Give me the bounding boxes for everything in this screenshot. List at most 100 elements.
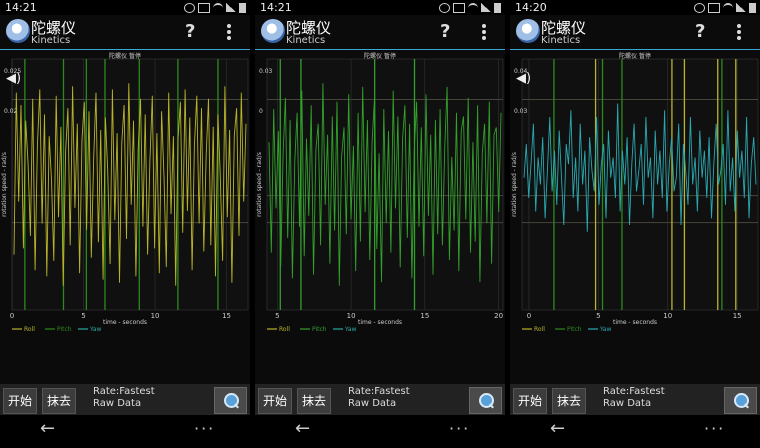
- start-button[interactable]: 开始: [3, 388, 38, 414]
- x-axis-label: time - seconds: [103, 319, 147, 326]
- x-tick-label: 5: [275, 312, 279, 320]
- app-subtitle: Kinetics: [31, 35, 71, 46]
- overflow-menu-button[interactable]: [737, 24, 741, 40]
- legend-label: Roll: [24, 326, 35, 333]
- app-logo-icon[interactable]: [516, 19, 540, 43]
- clear-button[interactable]: 抹去: [552, 388, 587, 414]
- y-tick-label: 0.03: [514, 108, 528, 115]
- y-tick-label: 0.02: [4, 108, 18, 115]
- rate-info: Rate:Fastest Raw Data: [93, 386, 155, 410]
- wifi-icon: [468, 2, 478, 13]
- x-axis-label: time - seconds: [358, 319, 402, 326]
- chat-icon: [439, 2, 450, 13]
- help-button[interactable]: ?: [185, 21, 195, 42]
- rate-label: Rate:Fastest: [93, 386, 155, 397]
- help-button[interactable]: ?: [440, 21, 450, 42]
- rate-info: Rate:Fastest Raw Data: [603, 386, 665, 410]
- back-button[interactable]: ←: [550, 418, 565, 439]
- clear-button[interactable]: 抹去: [42, 388, 77, 414]
- app-subtitle: Kinetics: [286, 35, 326, 46]
- zoom-button[interactable]: [469, 387, 502, 414]
- more-button[interactable]: ···: [704, 419, 725, 438]
- control-bar: 开始 抹去 Rate:Fastest Raw Data: [0, 384, 250, 415]
- raw-data-label: Raw Data: [603, 398, 652, 409]
- status-bar: 14:21: [0, 0, 250, 15]
- x-tick-label: 15: [733, 312, 742, 320]
- app-logo-icon[interactable]: [261, 19, 285, 43]
- image-icon: [708, 2, 720, 13]
- legend-label: Pitch: [57, 326, 72, 333]
- chat-icon: [694, 2, 705, 13]
- signal-icon: [481, 3, 491, 12]
- gyroscope-chart[interactable]: 0 5 10 150.0250.02rotation speed - rad/stim…: [0, 57, 250, 335]
- legend-label: Yaw: [89, 326, 102, 333]
- y-axis-label: rotation speed - rad/s: [256, 152, 263, 217]
- gyroscope-chart[interactable]: 0 5 10 150.040.03rotation speed - rad/stime…: [510, 57, 760, 335]
- app-bar: 陀螺仪 Kinetics ?: [510, 15, 760, 50]
- status-icons: [439, 2, 501, 13]
- start-button[interactable]: 开始: [258, 388, 293, 414]
- gyroscope-chart[interactable]: 5 10 15 20 0.03 0 rotation speed - rad/s time -…: [255, 57, 505, 335]
- rate-label: Rate:Fastest: [348, 386, 410, 397]
- status-bar: 14:20: [510, 0, 760, 15]
- x-tick-label: 10: [663, 312, 672, 320]
- x-axis-label: time - seconds: [613, 319, 657, 326]
- start-button[interactable]: 开始: [513, 388, 548, 414]
- image-icon: [453, 2, 465, 13]
- zoom-button[interactable]: [724, 387, 757, 414]
- phone-screen-3: 14:20 陀螺仪 Kinetics ? 陀螺仪 暂停 0 5 10 15 0.04 0.…: [510, 0, 760, 448]
- speaker-icon[interactable]: ◀): [6, 71, 21, 86]
- help-button[interactable]: ?: [695, 21, 705, 42]
- legend-label: Roll: [534, 326, 545, 333]
- plot-area: [11, 58, 249, 311]
- wifi-icon: [723, 2, 733, 13]
- overflow-menu-button[interactable]: [482, 24, 486, 40]
- raw-data-label: Raw Data: [93, 398, 142, 409]
- battery-icon: [239, 2, 246, 13]
- overflow-menu-button[interactable]: [227, 24, 231, 40]
- more-button[interactable]: ···: [194, 419, 215, 438]
- nav-bar: ← ···: [0, 415, 250, 448]
- wifi-icon: [213, 2, 223, 13]
- x-tick-label: 5: [596, 312, 600, 320]
- clear-button[interactable]: 抹去: [297, 388, 332, 414]
- x-tick-label: 0: [527, 312, 531, 320]
- image-icon: [198, 2, 210, 13]
- legend-label: Roll: [279, 326, 290, 333]
- app-bar: 陀螺仪 Kinetics ?: [255, 15, 505, 50]
- legend-label: Pitch: [312, 326, 327, 333]
- signal-icon: [226, 3, 236, 12]
- x-tick-label: 10: [151, 312, 160, 320]
- x-tick-label: 5: [81, 312, 85, 320]
- x-tick-label: 10: [347, 312, 356, 320]
- legend-label: Pitch: [567, 326, 582, 333]
- back-button[interactable]: ←: [40, 418, 55, 439]
- signal-icon: [736, 3, 746, 12]
- legend-label: Yaw: [344, 326, 357, 333]
- status-time: 14:21: [5, 1, 37, 14]
- x-tick-label: 15: [420, 312, 429, 320]
- control-bar: 开始 抹去 Rate:Fastest Raw Data: [510, 384, 760, 415]
- speaker-icon[interactable]: ◀): [516, 71, 531, 86]
- status-icons: [184, 2, 246, 13]
- back-button[interactable]: ←: [295, 418, 310, 439]
- zoom-button[interactable]: [214, 387, 247, 414]
- phone-screen-2: 14:21 陀螺仪 Kinetics ? 陀螺仪 暂停 5 10 15 20 0.03 0…: [255, 0, 505, 448]
- y-tick-label: 0.03: [259, 68, 273, 75]
- x-tick-label: 0: [10, 312, 14, 320]
- rate-label: Rate:Fastest: [603, 386, 665, 397]
- status-bar: 14:21: [255, 0, 505, 15]
- status-time: 14:20: [515, 1, 547, 14]
- control-bar: 开始 抹去 Rate:Fastest Raw Data: [255, 384, 505, 415]
- nav-bar: ← ···: [255, 415, 505, 448]
- x-tick-label: 20: [494, 312, 503, 320]
- y-axis-label: rotation speed - rad/s: [511, 152, 518, 217]
- phone-screen-1: 14:21 陀螺仪 Kinetics ? 陀螺仪 暂停 0 5 10 15 0.025 0…: [0, 0, 250, 448]
- more-button[interactable]: ···: [449, 419, 470, 438]
- battery-icon: [749, 2, 756, 13]
- legend-label: Yaw: [599, 326, 612, 333]
- app-bar: 陀螺仪 Kinetics ?: [0, 15, 250, 50]
- rate-info: Rate:Fastest Raw Data: [348, 386, 410, 410]
- app-logo-icon[interactable]: [6, 19, 30, 43]
- app-subtitle: Kinetics: [541, 35, 581, 46]
